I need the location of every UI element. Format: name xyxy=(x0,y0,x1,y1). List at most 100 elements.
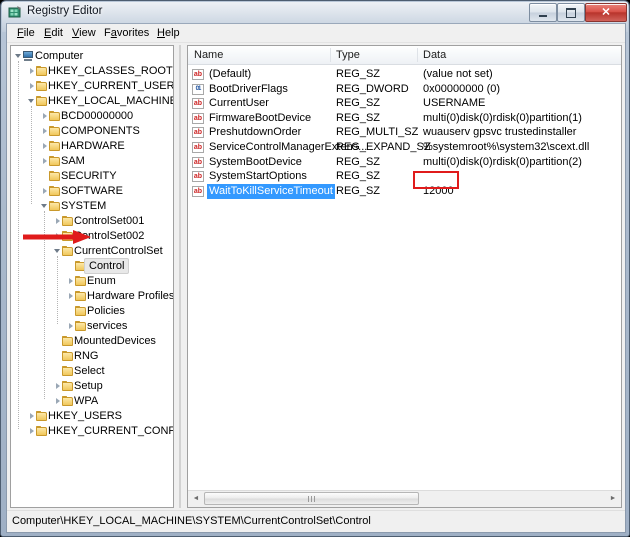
string-value-icon: ab xyxy=(192,156,204,168)
folder-icon xyxy=(49,201,60,211)
folder-icon xyxy=(62,351,73,361)
menu-view[interactable]: View xyxy=(70,27,98,39)
expand-triangle-icon[interactable] xyxy=(56,233,60,239)
column-header-name[interactable]: Name xyxy=(194,49,223,61)
horizontal-scrollbar[interactable]: ◄ ► xyxy=(188,490,621,507)
tree-item-label: Policies xyxy=(87,305,125,317)
menu-edit[interactable]: Edit xyxy=(42,27,65,39)
string-value-icon: ab xyxy=(192,185,204,197)
maximize-button[interactable] xyxy=(557,3,585,22)
value-name-cell: CurrentUser xyxy=(209,97,269,110)
expand-triangle-icon[interactable] xyxy=(43,158,47,164)
column-header-type[interactable]: Type xyxy=(336,49,360,61)
expand-triangle-icon[interactable] xyxy=(30,68,34,74)
menu-bar: File Edit View Favorites Help xyxy=(7,24,625,43)
registry-editor-icon xyxy=(8,6,21,18)
table-row[interactable]: ab WaitToKillServiceTimeout REG_SZ 12000 xyxy=(188,183,621,199)
tree-connector-line xyxy=(31,106,33,204)
menu-favorites[interactable]: Favorites xyxy=(102,27,151,39)
collapse-triangle-icon[interactable] xyxy=(28,99,34,103)
value-type-cell: REG_SZ xyxy=(336,170,381,183)
scroll-right-icon[interactable]: ► xyxy=(605,491,621,506)
expand-triangle-icon[interactable] xyxy=(30,83,34,89)
collapse-triangle-icon[interactable] xyxy=(41,204,47,208)
value-data-cell: (value not set) xyxy=(423,68,493,80)
expand-triangle-icon[interactable] xyxy=(43,143,47,149)
table-row[interactable]: 01 BootDriverFlags REG_DWORD 0x00000000 (0) xyxy=(188,82,621,97)
folder-icon xyxy=(36,426,47,436)
window-title: Registry Editor xyxy=(27,5,103,17)
title-bar[interactable]: Registry Editor ✕ xyxy=(1,1,629,23)
registry-values-panel[interactable]: Name Type Data ab (Default) REG_SZ (value n… xyxy=(187,45,622,508)
tree-connector-line xyxy=(44,211,46,399)
folder-icon xyxy=(49,111,60,121)
table-row[interactable]: ab ServiceControlManagerExtens... REG_EXPA… xyxy=(188,140,621,155)
registry-tree-panel[interactable]: Computer HKEY_CLASSES_ROOT HKEY_CURRENT_US… xyxy=(10,45,174,508)
scroll-left-icon[interactable]: ◄ xyxy=(188,491,204,506)
value-data-cell: %systemroot%\system32\scext.dll xyxy=(423,141,590,153)
tree-item-label: HKEY_CLASSES_ROOT xyxy=(48,65,173,77)
tree-item-label: WPA xyxy=(74,395,99,407)
registry-editor-window: Registry Editor ✕ File Edit View Favorit… xyxy=(0,0,630,537)
folder-icon xyxy=(62,381,73,391)
tree-item-label: HKEY_CURRENT_USER xyxy=(48,80,174,92)
close-button[interactable]: ✕ xyxy=(585,3,627,22)
value-data-cell: multi(0)disk(0)rdisk(0)partition(2) xyxy=(423,155,582,168)
table-row[interactable]: ab SystemBootDevice REG_SZ multi(0)disk(0)r… xyxy=(188,155,621,170)
minimize-button[interactable] xyxy=(529,3,557,22)
scrollbar-thumb[interactable] xyxy=(204,492,419,505)
collapse-triangle-icon[interactable] xyxy=(15,54,21,58)
value-type-cell: REG_SZ xyxy=(336,184,381,197)
tree-item-label: Control xyxy=(84,258,130,274)
folder-icon xyxy=(62,396,73,406)
expand-triangle-icon[interactable] xyxy=(69,293,73,299)
panel-splitter[interactable] xyxy=(176,45,185,508)
expand-triangle-icon[interactable] xyxy=(56,383,60,389)
tree-item-label: Select xyxy=(74,365,105,377)
table-row[interactable]: ab CurrentUser REG_SZ USERNAME xyxy=(188,96,621,111)
tree-item-label: HARDWARE xyxy=(61,140,125,152)
tree-item-label: SOFTWARE xyxy=(61,185,123,197)
value-name-cell: SystemBootDevice xyxy=(209,155,302,168)
string-value-icon: ab xyxy=(192,142,204,153)
folder-icon xyxy=(62,336,73,346)
value-data-cell: multi(0)disk(0)rdisk(0)partition(1) xyxy=(423,111,582,124)
column-header-data[interactable]: Data xyxy=(423,49,446,61)
menu-help[interactable]: Help xyxy=(155,27,182,39)
expand-triangle-icon[interactable] xyxy=(56,398,60,404)
value-type-cell: REG_DWORD xyxy=(336,82,409,95)
tree-item-label: ControlSet001 xyxy=(74,215,145,227)
table-row[interactable]: ab (Default) REG_SZ (value not set) xyxy=(188,67,621,82)
tree-item-label: Hardware Profiles xyxy=(87,290,174,302)
value-name-cell: BootDriverFlags xyxy=(209,82,288,95)
folder-icon xyxy=(49,126,60,136)
value-type-cell: REG_SZ xyxy=(336,155,381,168)
table-row[interactable]: ab SystemStartOptions REG_SZ xyxy=(188,169,621,184)
table-row[interactable]: ab PreshutdownOrder REG_MULTI_SZ wuauserv g… xyxy=(188,125,621,140)
value-type-cell: REG_MULTI_SZ xyxy=(336,126,419,139)
tree-connector-line xyxy=(18,61,20,429)
tree-item-label: HKEY_CURRENT_CONFIG xyxy=(48,425,174,437)
value-data-cell: USERNAME xyxy=(423,97,486,110)
expand-triangle-icon[interactable] xyxy=(30,413,34,419)
value-data-cell: 12000 xyxy=(423,184,454,197)
value-type-cell: REG_EXPAND_SZ xyxy=(336,141,431,153)
folder-icon xyxy=(36,96,47,106)
folder-icon xyxy=(36,411,47,421)
expand-triangle-icon[interactable] xyxy=(56,218,60,224)
column-divider-type-data[interactable] xyxy=(417,48,418,62)
list-column-header[interactable]: Name Type Data xyxy=(188,46,621,65)
menu-file[interactable]: File xyxy=(15,27,37,39)
folder-icon xyxy=(62,216,73,226)
column-divider-name-type[interactable] xyxy=(330,48,331,62)
expand-triangle-icon[interactable] xyxy=(69,323,73,329)
expand-triangle-icon[interactable] xyxy=(43,188,47,194)
table-row[interactable]: ab FirmwareBootDevice REG_SZ multi(0)disk(0… xyxy=(188,111,621,126)
folder-icon xyxy=(75,291,86,301)
tree-item-label: CurrentControlSet xyxy=(74,245,163,257)
collapse-triangle-icon[interactable] xyxy=(54,249,60,253)
expand-triangle-icon[interactable] xyxy=(43,128,47,134)
expand-triangle-icon[interactable] xyxy=(30,428,34,434)
expand-triangle-icon[interactable] xyxy=(43,113,47,119)
expand-triangle-icon[interactable] xyxy=(69,278,73,284)
